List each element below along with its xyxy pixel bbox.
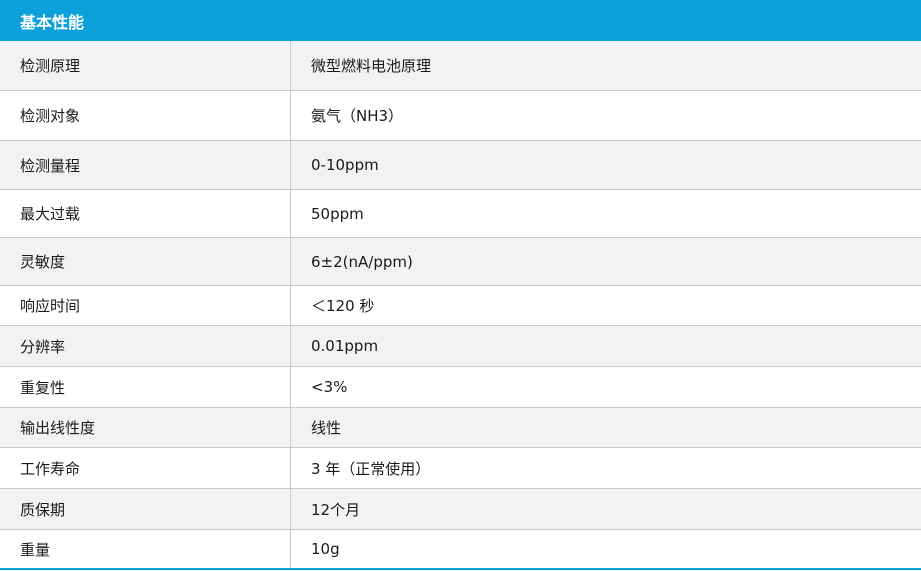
row-label: 分辨率 bbox=[0, 326, 291, 366]
row-label: 重复性 bbox=[0, 367, 291, 407]
row-label: 检测对象 bbox=[0, 91, 291, 140]
table-row: 检测原理 微型燃料电池原理 bbox=[0, 41, 921, 91]
row-label: 质保期 bbox=[0, 489, 291, 529]
row-value: ＜120 秒 bbox=[311, 297, 375, 315]
row-label: 响应时间 bbox=[0, 286, 291, 325]
row-label: 检测量程 bbox=[0, 141, 291, 189]
row-label: 重量 bbox=[0, 530, 291, 568]
row-label: 灵敏度 bbox=[0, 238, 291, 285]
table-header: 基本性能 bbox=[0, 0, 921, 41]
table-row: 质保期 12个月 bbox=[0, 489, 921, 530]
row-label: 检测原理 bbox=[0, 41, 291, 90]
table-row: 检测对象 氨气（NH3） bbox=[0, 91, 921, 141]
row-label: 最大过载 bbox=[0, 190, 291, 237]
row-value: 12个月 bbox=[311, 500, 361, 519]
table-row: 输出线性度 线性 bbox=[0, 408, 921, 448]
row-value: 10g bbox=[311, 540, 340, 558]
row-value: 50ppm bbox=[311, 204, 364, 223]
table-title: 基本性能 bbox=[20, 12, 85, 32]
row-value: <3% bbox=[311, 378, 348, 396]
table-row: 响应时间 ＜120 秒 bbox=[0, 286, 921, 326]
row-label: 工作寿命 bbox=[0, 448, 291, 488]
row-value: 线性 bbox=[311, 419, 342, 437]
row-value: 氨气（NH3） bbox=[311, 107, 404, 125]
row-label: 输出线性度 bbox=[0, 408, 291, 447]
table-row: 重复性 <3% bbox=[0, 367, 921, 408]
table-row: 最大过载 50ppm bbox=[0, 190, 921, 238]
table-row: 检测量程 0-10ppm bbox=[0, 141, 921, 190]
table-row: 重量 10g bbox=[0, 530, 921, 570]
table-row: 工作寿命 3 年（正常使用） bbox=[0, 448, 921, 489]
row-value: 3 年（正常使用） bbox=[311, 459, 431, 478]
table-row: 分辨率 0.01ppm bbox=[0, 326, 921, 367]
table-row: 灵敏度 6±2(nA/ppm) bbox=[0, 238, 921, 286]
row-value: 6±2(nA/ppm) bbox=[311, 252, 413, 271]
spec-table: 基本性能 检测原理 微型燃料电池原理 检测对象 氨气（NH3） 检测量程 0-1… bbox=[0, 0, 921, 571]
row-value: 0-10ppm bbox=[311, 156, 379, 174]
row-value: 微型燃料电池原理 bbox=[311, 57, 432, 75]
row-value: 0.01ppm bbox=[311, 337, 379, 355]
